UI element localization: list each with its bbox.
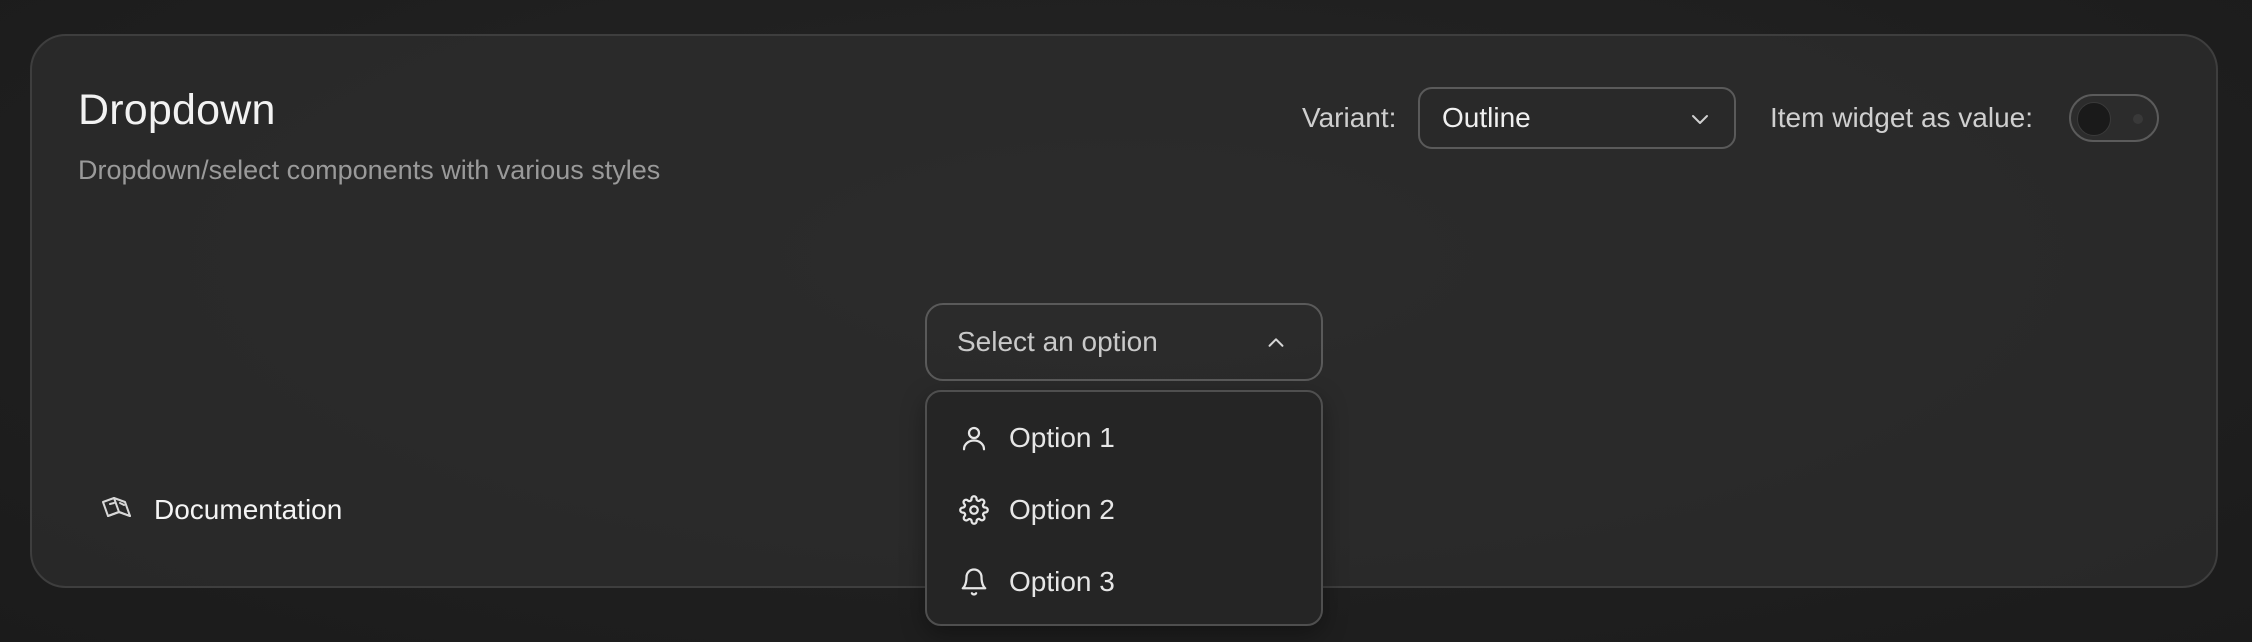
documentation-label: Documentation — [154, 494, 343, 525]
page-subtitle: Dropdown/select components with various … — [78, 155, 661, 185]
menu-item-option-1[interactable]: Option 1 — [927, 402, 1321, 474]
toggle-indicator — [2133, 114, 2143, 124]
menu-item-label: Option 3 — [1009, 566, 1115, 597]
menu-item-label: Option 2 — [1009, 494, 1115, 525]
option-select-placeholder: Select an option — [957, 326, 1158, 357]
chevron-up-icon — [1265, 332, 1287, 354]
option-menu: Option 1 Option 2 Option 3 — [925, 390, 1323, 626]
option-select[interactable]: Select an option — [925, 303, 1323, 381]
variant-label: Variant: — [1302, 102, 1397, 133]
chevron-down-icon — [1688, 107, 1712, 131]
toggle-knob — [2077, 102, 2111, 136]
bell-icon — [959, 567, 989, 597]
item-widget-toggle[interactable] — [2069, 94, 2159, 142]
variant-select[interactable]: Outline — [1418, 87, 1736, 149]
documentation-link[interactable]: Documentation — [100, 490, 342, 530]
book-open-icon — [100, 492, 138, 528]
menu-item-label: Option 1 — [1009, 422, 1115, 453]
item-widget-label: Item widget as value: — [1770, 102, 2034, 133]
user-icon — [959, 423, 989, 453]
menu-item-option-2[interactable]: Option 2 — [927, 474, 1321, 546]
page-title: Dropdown — [78, 86, 276, 134]
gear-icon — [959, 495, 989, 525]
menu-item-option-3[interactable]: Option 3 — [927, 546, 1321, 618]
variant-select-value: Outline — [1442, 102, 1531, 133]
